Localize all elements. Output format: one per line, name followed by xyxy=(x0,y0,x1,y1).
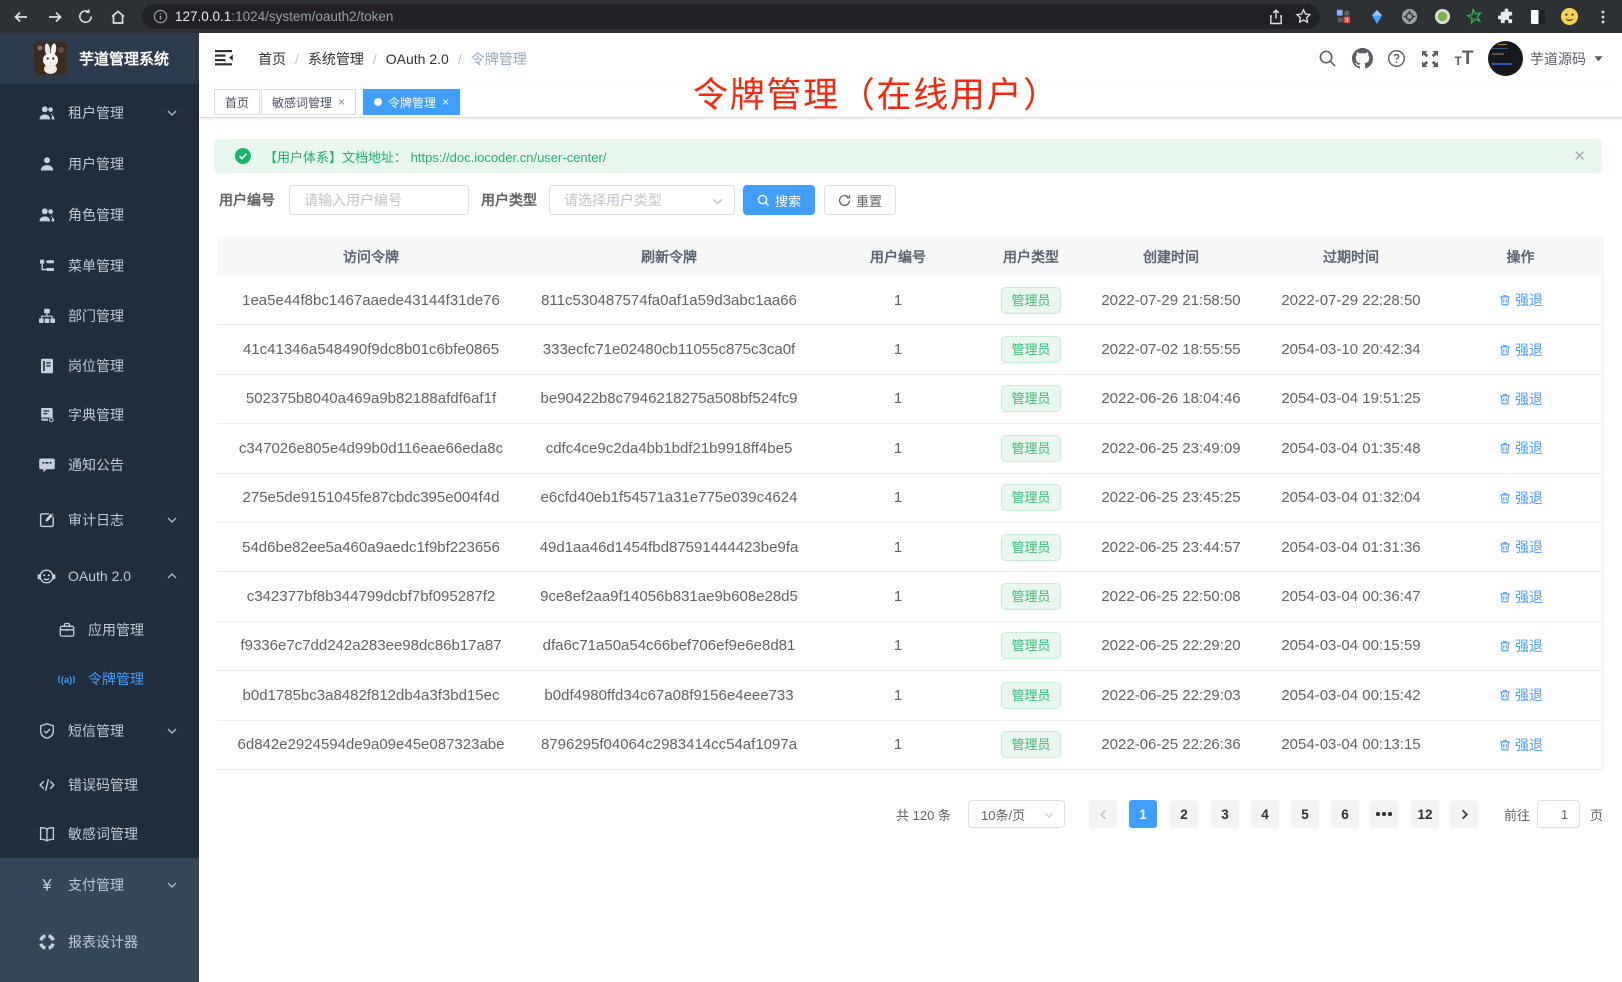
svg-text:(a): (a) xyxy=(61,674,73,685)
svg-text:¥: ¥ xyxy=(41,876,52,894)
svg-text:9: 9 xyxy=(1345,17,1349,24)
